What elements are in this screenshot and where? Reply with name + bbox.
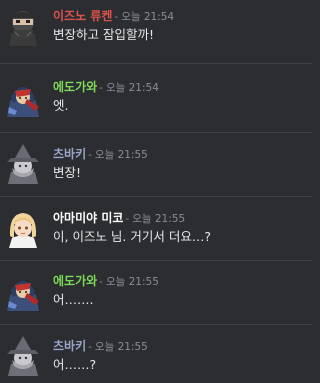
chat-message: 에도가와 - 오늘 21:55 어……. (0, 265, 312, 323)
chat-message: 에도가와 - 오늘 21:54 엣. (0, 71, 312, 129)
header-separator: - (99, 82, 103, 94)
message-timestamp: 오늘 21:54 (121, 11, 175, 23)
chat-message: 츠바키 - 오늘 21:55 어……? (0, 330, 312, 383)
message-timestamp: 오늘 21:55 (105, 276, 159, 288)
message-timestamp: 오늘 21:55 (132, 213, 186, 225)
message-timestamp: 오늘 21:55 (94, 341, 148, 353)
header-separator: - (88, 149, 92, 161)
header-separator: - (88, 341, 92, 353)
message-author[interactable]: 츠바키 (53, 147, 86, 161)
message-author[interactable]: 아마미야 미코 (53, 211, 123, 225)
message-text: 어……. (53, 292, 94, 307)
message-text: 어……? (53, 357, 97, 372)
message-divider (0, 196, 312, 197)
blonde-girl-avatar-icon[interactable] (5, 208, 41, 248)
message-divider (0, 132, 312, 133)
chat-message: 츠바키 - 오늘 21:55 변장! (0, 138, 312, 196)
message-author[interactable]: 츠바키 (53, 339, 86, 353)
message-timestamp: 오늘 21:54 (105, 82, 159, 94)
masked-ninja-avatar-icon[interactable] (5, 6, 41, 46)
chat-message: 아마미야 미코 - 오늘 21:55 이, 이즈노 님. 거기서 더요…? (0, 202, 312, 260)
message-text: 엣. (53, 98, 69, 113)
message-divider (0, 324, 312, 325)
witch-hat-avatar-icon[interactable] (5, 144, 41, 184)
message-divider (0, 260, 312, 261)
hooded-character-avatar-icon[interactable] (5, 77, 41, 117)
message-author[interactable]: 에도가와 (53, 80, 97, 94)
chat-message: 이즈노 류켄 - 오늘 21:54 변장하고 잠입할까! (0, 0, 312, 58)
header-separator: - (125, 213, 130, 225)
chat-log: 이즈노 류켄 - 오늘 21:54 변장하고 잠입할까! 에도가와 - 오늘 21:54… (0, 0, 312, 383)
message-text: 이, 이즈노 님. 거기서 더요…? (53, 229, 211, 244)
hooded-character-avatar-icon[interactable] (5, 271, 41, 311)
witch-hat-avatar-icon[interactable] (5, 336, 41, 376)
message-text: 변장하고 잠입할까! (53, 27, 154, 42)
message-timestamp: 오늘 21:55 (94, 149, 148, 161)
message-author[interactable]: 에도가와 (53, 274, 97, 288)
message-author[interactable]: 이즈노 류켄 (53, 9, 112, 23)
message-text: 변장! (53, 165, 82, 180)
header-separator: - (99, 276, 103, 288)
header-separator: - (114, 11, 119, 23)
message-divider (0, 63, 312, 64)
